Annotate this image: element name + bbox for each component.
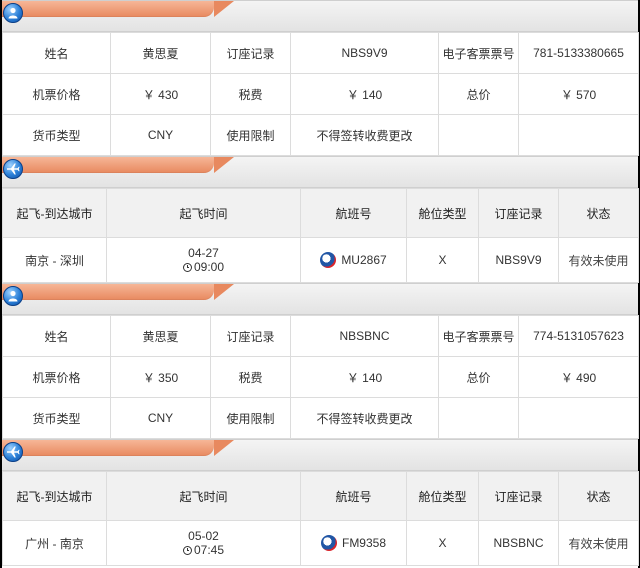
cabin-header: 舱位类型 [406,188,479,238]
route-value: 广州 - 南京 [2,520,107,566]
restriction-label: 使用限制 [210,397,291,439]
section-tab [2,1,234,17]
status-value: 有效未使用 [558,520,639,566]
passenger-info-table: 姓名 黄思夏 订座记录 NBSBNC 电子客票票号 774-5131057623… [2,315,639,439]
cabin-value: X [406,520,479,566]
table-row: 南京 - 深圳 04-27 09:00 MU2867 X NBS9V9 有效未使… [2,237,639,283]
status-header: 状态 [558,471,639,521]
flight-booking-record: NBSBNC [478,520,559,566]
ticket-price-label: 机票价格 [2,356,111,398]
name-label: 姓名 [2,32,111,74]
departure-time-header: 起飞时间 [106,471,301,521]
status-header: 状态 [558,188,639,238]
eticket-value: 781-5133380665 [518,32,639,74]
currency-label: 货币类型 [2,114,111,156]
passenger-section-header [2,283,638,315]
flight-no-header: 航班号 [300,188,407,238]
eticket-value: 774-5131057623 [518,315,639,357]
empty-cell [518,114,639,156]
booking-record-header: 订座记录 [478,471,559,521]
booking-record-value: NBSBNC [290,315,439,357]
status-value: 有效未使用 [558,237,639,283]
route-header: 起飞-到达城市 [2,471,107,521]
passenger-icon [3,3,23,23]
booking-record-header: 订座记录 [478,188,559,238]
airline-logo-icon [320,252,337,268]
flight-no-value: MU2867 [341,253,387,267]
departure-time-header: 起飞时间 [106,188,301,238]
airplane-icon [3,159,23,179]
airline-logo-icon [320,535,337,551]
section-tab [2,440,234,456]
empty-cell [438,114,519,156]
tax-value: ￥ 140 [290,73,439,115]
currency-label: 货币类型 [2,397,111,439]
departure-time-cell: 05-02 07:45 [106,520,301,566]
departure-date: 05-02 [188,529,219,543]
total-value: ￥ 570 [518,73,639,115]
passenger-name: 黄思夏 [110,32,211,74]
flight-info-table: 起飞-到达城市 起飞时间 航班号 舱位类型 订座记录 状态 南京 - 深圳 04… [2,188,639,283]
name-label: 姓名 [2,315,111,357]
departure-date: 04-27 [188,246,219,260]
restriction-label: 使用限制 [210,114,291,156]
empty-cell [438,397,519,439]
flight-no-cell: MU2867 [300,237,407,283]
ticket-price-label: 机票价格 [2,73,111,115]
flight-info-table: 起飞-到达城市 起飞时间 航班号 舱位类型 订座记录 状态 广州 - 南京 05… [2,471,639,566]
departure-time: 07:45 [193,543,225,557]
cabin-value: X [406,237,479,283]
flight-section-header [2,156,638,188]
restriction-value: 不得签转收费更改 [290,397,439,439]
airplane-icon [3,442,23,462]
booking-record-value: NBS9V9 [290,32,439,74]
tax-label: 税费 [210,356,291,398]
route-header: 起飞-到达城市 [2,188,107,238]
passenger-section-header [2,0,638,32]
eticket-label: 电子客票票号 [438,32,519,74]
flight-no-value: FM9358 [341,536,387,550]
booking-record-label: 订座记录 [210,315,291,357]
flight-no-header: 航班号 [300,471,407,521]
ticket-price-value: ￥ 350 [110,356,211,398]
tax-value: ￥ 140 [290,356,439,398]
total-label: 总价 [438,73,519,115]
section-tab [2,284,234,300]
flight-no-cell: FM9358 [300,520,407,566]
ticket-page: 姓名 黄思夏 订座记录 NBS9V9 电子客票票号 781-5133380665… [2,0,639,568]
booking-record-label: 订座记录 [210,32,291,74]
currency-value: CNY [110,114,211,156]
tax-label: 税费 [210,73,291,115]
eticket-label: 电子客票票号 [438,315,519,357]
total-label: 总价 [438,356,519,398]
section-tab [2,157,234,173]
restriction-value: 不得签转收费更改 [290,114,439,156]
table-row: 广州 - 南京 05-02 07:45 FM9358 X NBSBNC 有效未使… [2,520,639,566]
clock-icon [182,545,192,555]
passenger-name: 黄思夏 [110,315,211,357]
empty-cell [518,397,639,439]
departure-time: 09:00 [193,260,225,274]
ticket-price-value: ￥ 430 [110,73,211,115]
total-value: ￥ 490 [518,356,639,398]
flight-section-header [2,439,638,471]
route-value: 南京 - 深圳 [2,237,107,283]
clock-icon [182,262,192,272]
flight-booking-record: NBS9V9 [478,237,559,283]
cabin-header: 舱位类型 [406,471,479,521]
departure-time-cell: 04-27 09:00 [106,237,301,283]
passenger-icon [3,286,23,306]
passenger-info-table: 姓名 黄思夏 订座记录 NBS9V9 电子客票票号 781-5133380665… [2,32,639,156]
currency-value: CNY [110,397,211,439]
